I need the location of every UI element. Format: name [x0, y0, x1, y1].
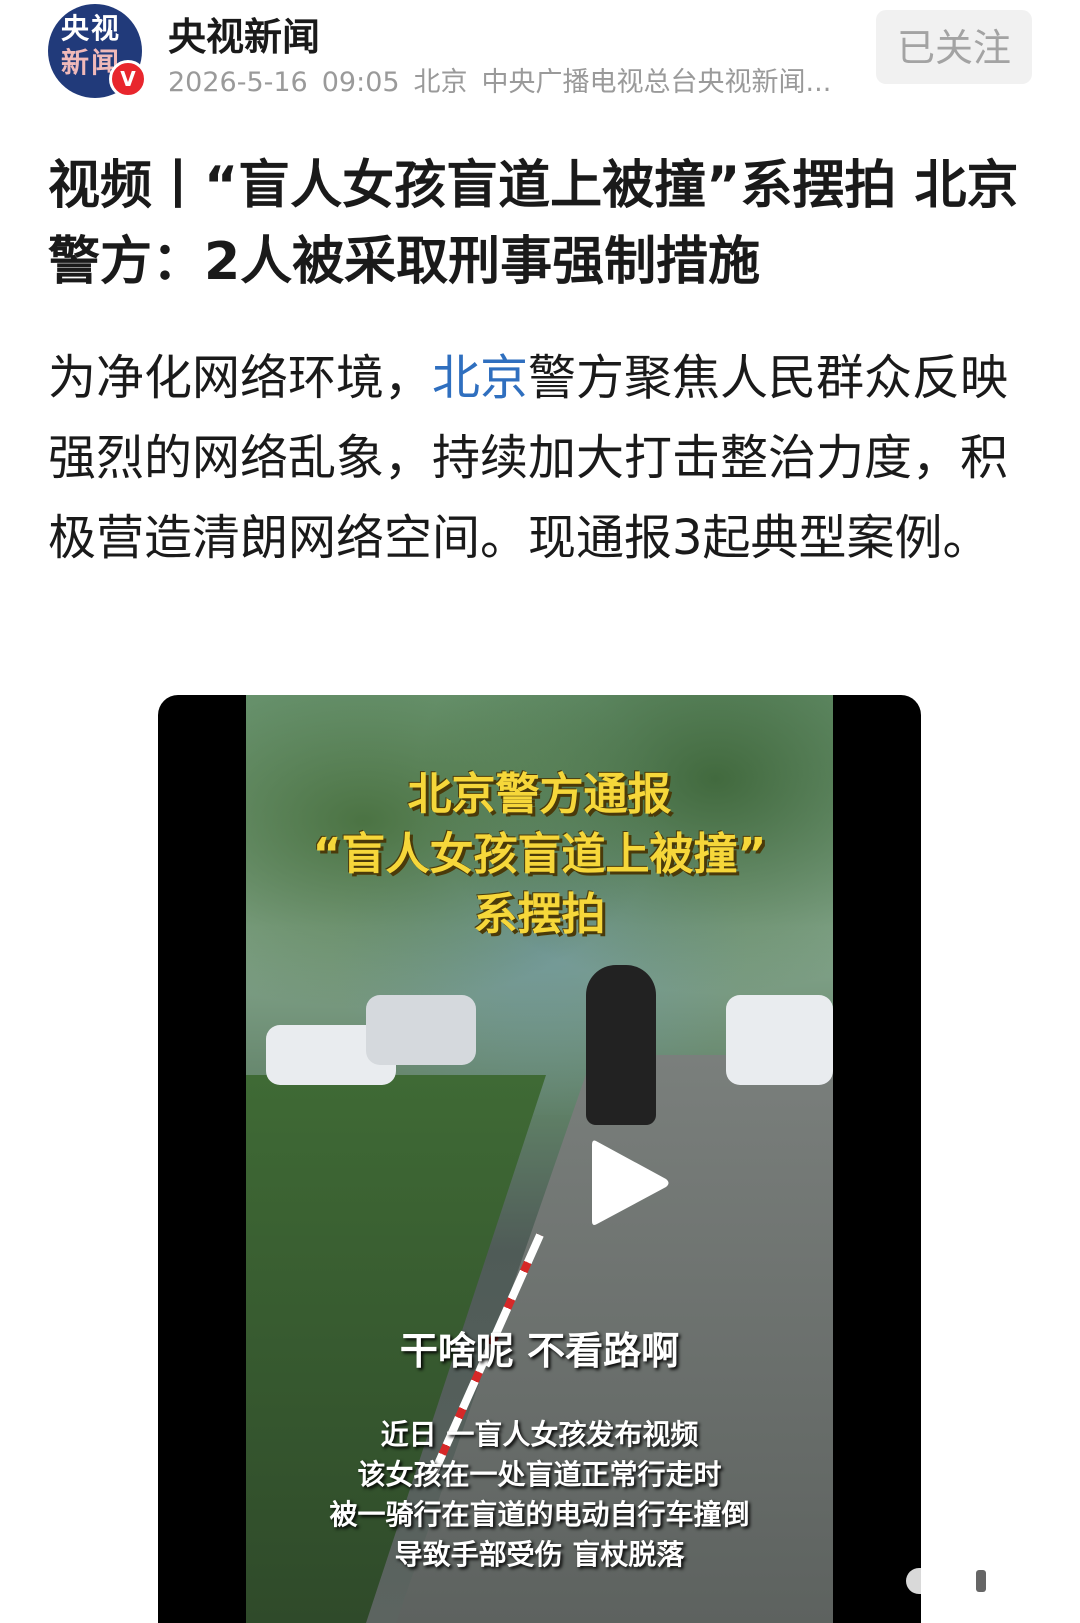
body-text-part-1: 为净化网络环境， [48, 350, 433, 406]
logo-line-1: 央视 [60, 12, 121, 45]
post-header: 央视 新闻 V 央视新闻 2026-5-16 09:05 北京 中央广播电视总台央视新… [0, 0, 1080, 120]
location-link[interactable]: 北京 [432, 350, 528, 406]
post-location: 北京 [413, 67, 468, 98]
video-caption-line: 导致手部受伤 盲杖脱落 [394, 1538, 685, 1571]
video-caption-line: 被一骑行在盲道的电动自行车撞倒 [329, 1498, 750, 1531]
video-caption: 近日 一盲人女孩发布视频 该女孩在一处盲道正常行走时 被一骑行在盲道的电动自行车… [246, 1415, 833, 1575]
video-caption-line: 该女孩在一处盲道正常行走时 [357, 1458, 722, 1491]
post-date: 2026-5-16 [168, 67, 308, 98]
video-headline-line: “盲人女孩盲道上被撞” [312, 829, 767, 880]
play-icon[interactable] [578, 1133, 678, 1233]
video-headline-line: 北京警方通报 [407, 769, 672, 820]
video-caption-line: 近日 一盲人女孩发布视频 [380, 1418, 699, 1451]
verified-icon: V [109, 60, 147, 98]
post-meta: 2026-5-16 09:05 北京 中央广播电视总台央视新闻... [168, 60, 845, 99]
scroll-indicator-knob [976, 1570, 986, 1592]
video-scene-car [366, 995, 476, 1065]
article-body: 为净化网络环境，北京警方聚焦人民群众反映强烈的网络乱象，持续加大打击整治力度，积… [48, 338, 1038, 578]
video-scene-car [726, 995, 833, 1085]
video-headline-line: 系摆拍 [473, 889, 606, 940]
video-frame: 北京警方通报 “盲人女孩盲道上被撞” 系摆拍 干啥呢 不看路啊 近日 一盲人女孩… [246, 695, 833, 1623]
follow-button[interactable]: 已关注 [876, 10, 1032, 84]
video-caption-main: 干啥呢 不看路啊 [399, 1329, 680, 1373]
video-scene-rider [586, 965, 656, 1125]
account-name[interactable]: 央视新闻 [168, 6, 320, 61]
post-source: 中央广播电视总台央视新闻... [481, 67, 832, 98]
article-title: 视频丨“盲人女孩盲道上被撞”系摆拍 北京警方：2人被采取刑事强制措施 [48, 156, 1019, 292]
post-time: 09:05 [321, 67, 400, 98]
scroll-indicator[interactable] [906, 1568, 1046, 1594]
video-player[interactable]: 北京警方通报 “盲人女孩盲道上被撞” 系摆拍 干啥呢 不看路啊 近日 一盲人女孩… [158, 695, 921, 1623]
video-headline: 北京警方通报 “盲人女孩盲道上被撞” 系摆拍 [246, 765, 833, 945]
